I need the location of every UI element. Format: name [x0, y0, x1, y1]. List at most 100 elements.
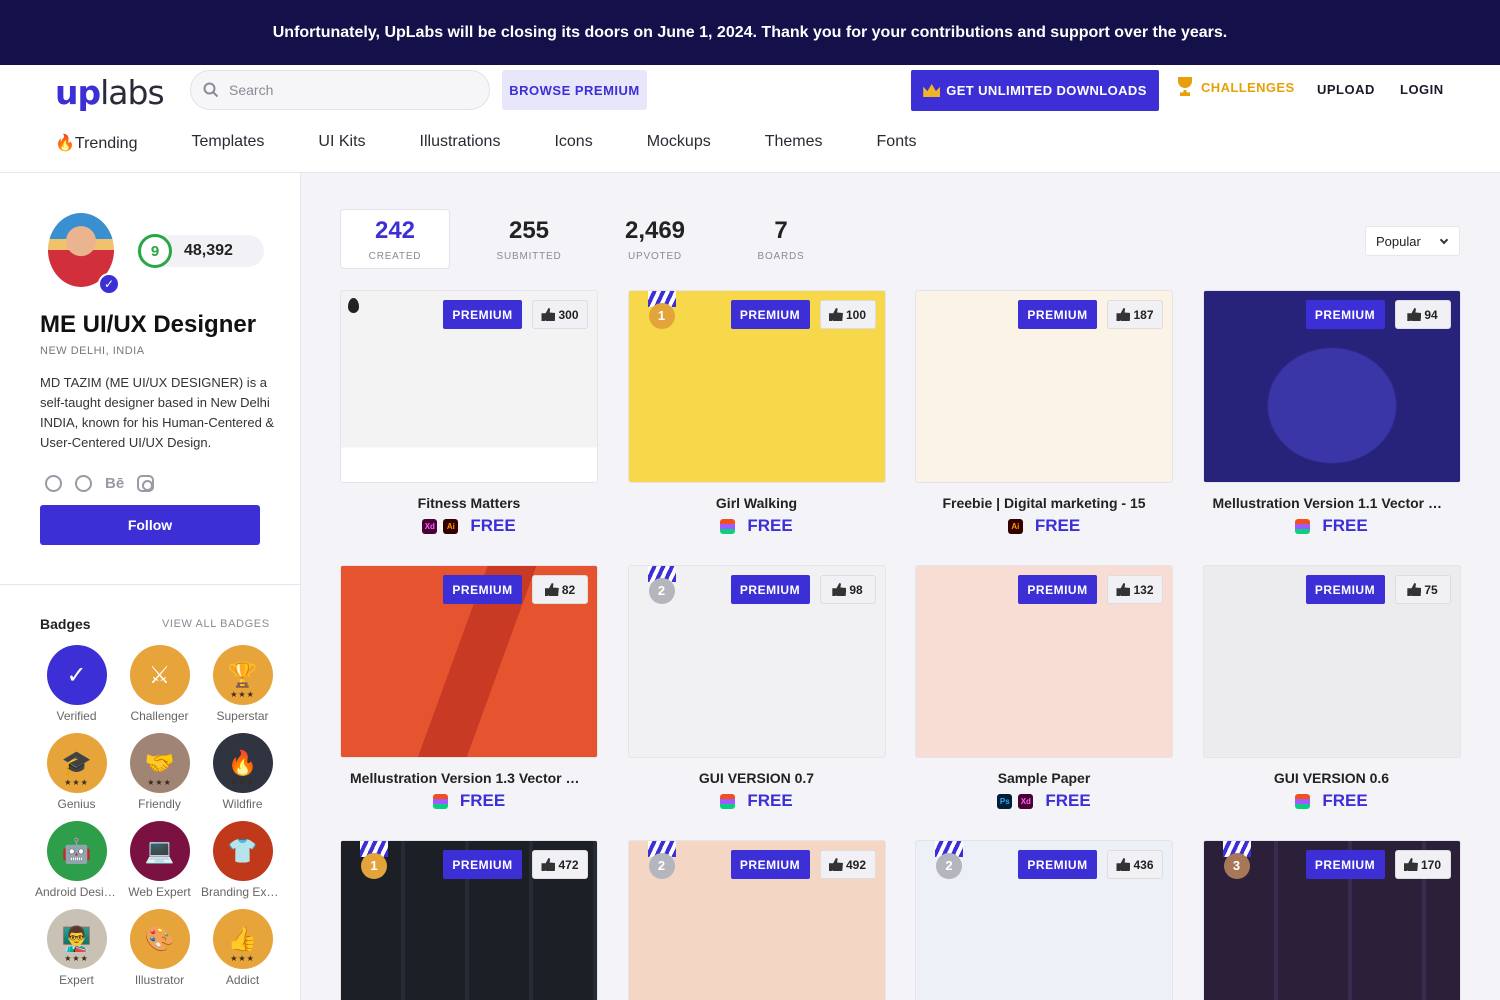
premium-badge[interactable]: PREMIUM	[1305, 850, 1385, 879]
shot-thumbnail[interactable]: 1 PREMIUM 472	[340, 840, 598, 1000]
nav-ui-kits[interactable]: UI Kits	[318, 133, 365, 153]
stat-tab-boards[interactable]: 7 BOARDS	[718, 209, 844, 269]
badge-item[interactable]: 💻 Web Expert	[118, 821, 201, 899]
like-button[interactable]: 187	[1107, 300, 1163, 329]
nav-fonts[interactable]: Fonts	[877, 133, 917, 153]
badge-item[interactable]: ✓ Verified	[35, 645, 118, 723]
shot-title[interactable]: Fitness Matters	[340, 495, 598, 511]
thumbs-up-icon	[544, 583, 559, 596]
thumbs-up-icon	[1116, 308, 1131, 321]
view-all-badges-link[interactable]: VIEW ALL BADGES	[162, 618, 270, 630]
premium-badge[interactable]: PREMIUM	[1305, 575, 1385, 604]
shot-thumbnail[interactable]: PREMIUM 300	[340, 290, 598, 483]
shot-title[interactable]: Freebie | Digital marketing - 15	[915, 495, 1173, 511]
premium-badge[interactable]: PREMIUM	[443, 575, 522, 604]
instagram-icon[interactable]	[137, 475, 155, 492]
badge-item[interactable]: 🤖 Android Designer	[35, 821, 118, 899]
shot-card[interactable]: 2 PREMIUM 436	[915, 840, 1173, 1000]
search-input[interactable]	[229, 82, 459, 98]
shot-card[interactable]: 1 PREMIUM 472	[340, 840, 598, 1000]
nav-themes[interactable]: Themes	[765, 133, 823, 153]
nav-templates[interactable]: Templates	[191, 133, 264, 153]
get-unlimited-downloads-button[interactable]: GET UNLIMITED DOWNLOADS	[911, 70, 1159, 111]
like-button[interactable]: 98	[819, 575, 876, 604]
like-button[interactable]: 94	[1394, 300, 1451, 329]
badge-item[interactable]: 🎨 Illustrator	[118, 909, 201, 987]
sort-select[interactable]: Popular	[1365, 226, 1460, 256]
avatar[interactable]: ✓	[48, 213, 120, 295]
shot-thumbnail[interactable]: 2 PREMIUM 492	[627, 840, 886, 1000]
like-button[interactable]: 132	[1107, 575, 1163, 604]
stat-tab-upvoted[interactable]: 2,469 UPVOTED	[592, 209, 718, 269]
badge-item[interactable]: 🔥 ★★★ Wildfire	[201, 733, 284, 811]
dribbble-icon[interactable]	[75, 475, 92, 492]
like-button[interactable]: 75	[1394, 575, 1451, 604]
badge-item[interactable]: 🏆 ★★★ Superstar	[201, 645, 284, 723]
premium-badge[interactable]: PREMIUM	[1305, 300, 1385, 329]
nav-icons[interactable]: Icons	[554, 133, 592, 153]
premium-badge[interactable]: PREMIUM	[1018, 575, 1097, 604]
shot-thumbnail[interactable]: PREMIUM 82	[340, 565, 598, 758]
upload-link[interactable]: UPLOAD	[1317, 82, 1375, 97]
shot-thumbnail[interactable]: 2 PREMIUM 98	[627, 565, 886, 758]
shot-thumbnail[interactable]: 2 PREMIUM 436	[915, 840, 1173, 1000]
shot-thumbnail[interactable]: PREMIUM 187	[915, 290, 1173, 483]
shot-thumbnail[interactable]: 3 PREMIUM 170	[1202, 840, 1461, 1000]
shot-thumbnail[interactable]: 1 PREMIUM 100	[627, 290, 886, 483]
profile-bio: MD TAZIM (ME UI/UX DESIGNER) is a self-t…	[40, 375, 275, 450]
shot-card[interactable]: PREMIUM 82 Mellustration Version 1.3 Vecto…	[340, 565, 598, 812]
shot-card[interactable]: PREMIUM 300 Fitness Matters Xd Ai FREE	[340, 290, 598, 537]
premium-badge[interactable]: PREMIUM	[730, 850, 810, 879]
premium-badge[interactable]: PREMIUM	[730, 575, 810, 604]
shot-title[interactable]: Mellustration Version 1.1 Vector Charact…	[1203, 495, 1461, 511]
badge-item[interactable]: ⚔ Challenger	[118, 645, 201, 723]
shot-title[interactable]: Girl Walking	[628, 495, 886, 511]
medal-rank: 2	[648, 853, 675, 879]
browse-premium-button[interactable]: BROWSE PREMIUM	[502, 70, 647, 110]
like-button[interactable]: 472	[532, 850, 588, 879]
like-button[interactable]: 170	[1394, 850, 1451, 879]
badge-item[interactable]: 👍 ★★★ Addict	[201, 909, 284, 987]
shot-card[interactable]: PREMIUM 187 Freebie | Digital marketing - …	[915, 290, 1173, 537]
shot-card[interactable]: 2 PREMIUM 492	[627, 840, 886, 1000]
shot-thumbnail[interactable]: PREMIUM 94	[1202, 290, 1461, 483]
shot-thumbnail[interactable]: PREMIUM 132	[915, 565, 1173, 758]
shot-title[interactable]: Sample Paper	[915, 770, 1173, 786]
globe-icon[interactable]	[45, 475, 62, 492]
shot-title[interactable]: Mellustration Version 1.3 Vector Charact…	[340, 770, 598, 786]
like-button[interactable]: 100	[819, 300, 876, 329]
follow-button[interactable]: Follow	[40, 505, 260, 545]
shot-title[interactable]: GUI VERSION 0.7	[628, 770, 886, 786]
premium-badge[interactable]: PREMIUM	[443, 850, 522, 879]
premium-badge[interactable]: PREMIUM	[1018, 300, 1097, 329]
premium-badge[interactable]: PREMIUM	[730, 300, 810, 329]
shot-thumbnail[interactable]: PREMIUM 75	[1202, 565, 1461, 758]
shot-card[interactable]: PREMIUM 75 GUI VERSION 0.6 FREE	[1202, 565, 1461, 812]
badge-item[interactable]: 👨‍🏫 ★★★ Expert	[35, 909, 118, 987]
nav-mockups[interactable]: Mockups	[647, 133, 711, 153]
like-button[interactable]: 82	[532, 575, 588, 604]
shot-card[interactable]: 2 PREMIUM 98 GUI VERSION 0.7 FREE	[627, 565, 886, 812]
nav-illustrations[interactable]: Illustrations	[420, 133, 501, 153]
premium-badge[interactable]: PREMIUM	[443, 300, 522, 329]
shot-card[interactable]: 1 PREMIUM 100 Girl Walking FREE	[627, 290, 886, 537]
challenges-link[interactable]: CHALLENGES	[1175, 77, 1295, 97]
shot-title[interactable]: GUI VERSION 0.6	[1203, 770, 1461, 786]
badge-item[interactable]: 🤝 ★★★ Friendly	[118, 733, 201, 811]
uplabs-logo[interactable]: uplabs	[55, 73, 165, 112]
nav-trending[interactable]: 🔥Trending	[55, 133, 137, 153]
shot-card[interactable]: PREMIUM 94 Mellustration Version 1.1 Vecto…	[1202, 290, 1461, 537]
like-button[interactable]: 492	[819, 850, 876, 879]
shot-card[interactable]: PREMIUM 132 Sample Paper Ps Xd FREE	[915, 565, 1173, 812]
shot-card[interactable]: 3 PREMIUM 170	[1202, 840, 1461, 1000]
like-button[interactable]: 436	[1107, 850, 1163, 879]
behance-icon[interactable]: Bē	[105, 475, 124, 492]
stat-tab-submitted[interactable]: 255 SUBMITTED	[466, 209, 592, 269]
login-link[interactable]: LOGIN	[1400, 82, 1444, 97]
like-button[interactable]: 300	[532, 300, 588, 329]
badge-item[interactable]: 👕 Branding Expert	[201, 821, 284, 899]
stat-tab-created[interactable]: 242 CREATED	[340, 209, 450, 269]
premium-badge[interactable]: PREMIUM	[1018, 850, 1097, 879]
badge-item[interactable]: 🎓 ★★★ Genius	[35, 733, 118, 811]
search-box[interactable]	[190, 70, 490, 110]
